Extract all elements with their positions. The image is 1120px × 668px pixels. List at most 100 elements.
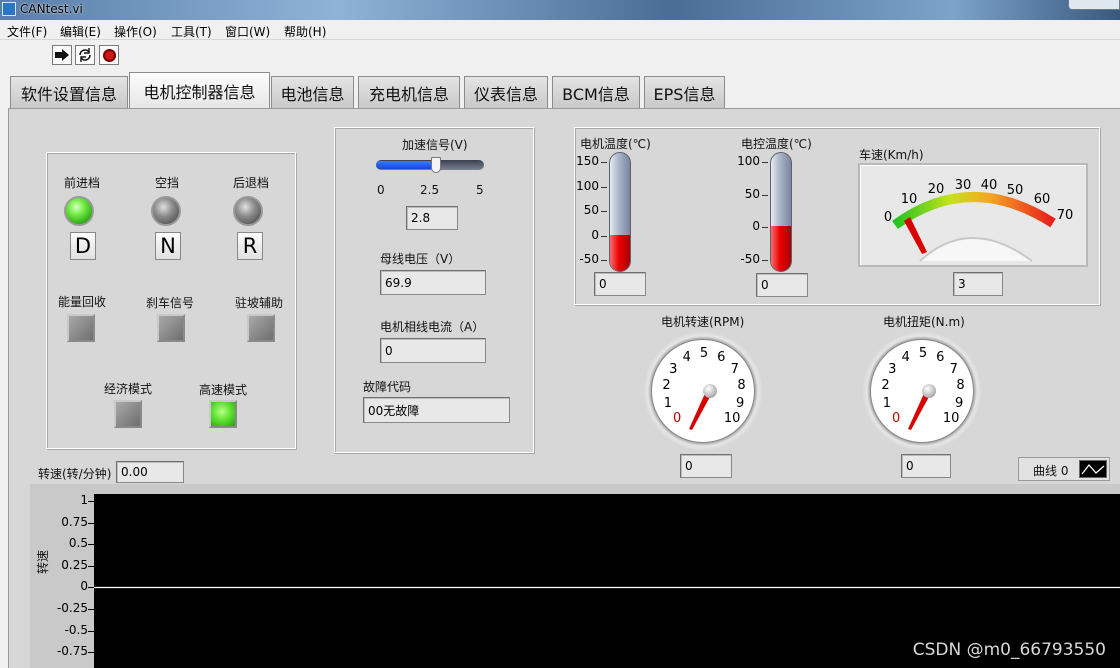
neutral-gear-label: 空挡 bbox=[155, 176, 180, 190]
tab-charger[interactable]: 充电机信息 bbox=[358, 76, 460, 109]
speed-gauge: 0 10 20 30 40 50 60 70 bbox=[884, 178, 1073, 262]
chart-y-tick-label: -0.5 bbox=[64, 622, 88, 637]
run-button[interactable] bbox=[52, 45, 72, 65]
abort-button[interactable] bbox=[99, 45, 119, 65]
menu-window[interactable]: 窗口(W) bbox=[225, 23, 270, 40]
sport-mode-led bbox=[209, 400, 237, 428]
motor-torque-value: 0 bbox=[901, 454, 951, 478]
tab-motor-controller[interactable]: 电机控制器信息 bbox=[129, 72, 270, 108]
motor-torque-dial: 0 1 2 3 4 5 6 7 8 9 10 bbox=[863, 332, 981, 450]
brake-signal-led bbox=[157, 314, 185, 342]
menu-file[interactable]: 文件(F) bbox=[7, 23, 47, 40]
chart-legend[interactable]: 曲线 0 bbox=[1018, 457, 1110, 481]
ctrl-temp-thermometer bbox=[770, 152, 792, 272]
accel-signal-value: 2.8 bbox=[406, 206, 458, 230]
tab-software-settings[interactable]: 软件设置信息 bbox=[10, 76, 128, 109]
motor-temp-value: 0 bbox=[594, 272, 646, 296]
menu-bar: 文件(F) 编辑(E) 操作(O) 工具(T) 窗口(W) 帮助(H) bbox=[0, 20, 1120, 40]
chart-y-tick-label: 0.5 bbox=[68, 536, 88, 551]
eco-mode-led bbox=[114, 400, 142, 428]
neutral-gear-letter: N bbox=[155, 232, 181, 260]
motor-torque-label: 电机扭矩(N.m) bbox=[883, 315, 965, 329]
motor-temp-scale-tick-label: 0 bbox=[591, 227, 599, 242]
tab-battery[interactable]: 电池信息 bbox=[271, 76, 354, 109]
hill-hold-label: 驻坡辅助 bbox=[235, 296, 284, 310]
motor-temp-scale-tick-label: -50 bbox=[579, 252, 599, 266]
motor-rpm-dial: 0 1 2 3 4 5 6 7 8 9 10 bbox=[644, 332, 762, 450]
motor-temp-thermometer bbox=[609, 152, 631, 272]
hill-hold-led bbox=[247, 314, 275, 342]
window-titlebar: CANtest.vi bbox=[0, 0, 1120, 20]
regen-led bbox=[67, 314, 95, 342]
window-control-button[interactable] bbox=[1068, 0, 1120, 10]
menu-help[interactable]: 帮助(H) bbox=[284, 23, 326, 40]
brake-signal-label: 刹车信号 bbox=[146, 296, 195, 310]
rpm-readout-value: 0.00 bbox=[116, 461, 184, 483]
speed-gauge-tick-label: 0 bbox=[884, 210, 892, 225]
speed-gauge-tick-label: 60 bbox=[1034, 192, 1051, 207]
fault-code-label: 故障代码 bbox=[363, 380, 412, 394]
speed-gauge-needle bbox=[904, 217, 927, 254]
fault-code-value: 00无故障 bbox=[363, 397, 510, 423]
speed-gauge-label: 车速(Km/h) bbox=[859, 148, 924, 162]
tab-bcm[interactable]: BCM信息 bbox=[552, 76, 640, 109]
chart-legend-sample bbox=[1079, 460, 1107, 478]
abort-stop-icon bbox=[102, 48, 116, 62]
ctrl-temp-scale-tick-mark bbox=[762, 260, 768, 261]
ctrl-temp-label: 电控温度(℃) bbox=[741, 137, 812, 151]
motor-temp-scale-tick-mark bbox=[601, 162, 607, 163]
ctrl-temp-scale-tick-mark bbox=[762, 194, 768, 196]
motor-temp-scale-tick-mark bbox=[601, 260, 607, 261]
menu-tools[interactable]: 工具(T) bbox=[171, 23, 212, 40]
accel-tick-max: 5 bbox=[476, 183, 484, 197]
motor-rpm-value: 0 bbox=[680, 454, 732, 478]
speed-gauge-tick-label: 30 bbox=[955, 178, 972, 193]
motor-rpm-dial-face: 0 1 2 3 4 5 6 7 8 9 10 bbox=[651, 339, 755, 443]
eco-mode-label: 经济模式 bbox=[104, 382, 153, 396]
ctrl-temp-mercury bbox=[771, 226, 791, 271]
forward-gear-label: 前进档 bbox=[64, 176, 101, 190]
speed-gauge-tick-label: 10 bbox=[901, 192, 918, 207]
bus-voltage-value: 69.9 bbox=[380, 270, 486, 295]
motor-temp-label: 电机温度(℃) bbox=[580, 137, 651, 151]
chart-y-tick-label: -0.75 bbox=[56, 644, 88, 659]
ctrl-temp-scale-tick-label: 100 bbox=[737, 154, 760, 168]
run-continuously-button[interactable] bbox=[75, 45, 95, 65]
tab-strip: 软件设置信息 电机控制器信息 电池信息 充电机信息 仪表信息 BCM信息 EPS… bbox=[0, 69, 1120, 109]
speed-gauge-tick-label: 50 bbox=[1007, 183, 1024, 198]
ctrl-temp-scale-tick-label: 0 bbox=[752, 219, 760, 234]
sport-mode-label: 高速模式 bbox=[199, 383, 248, 397]
motor-torque-dial-face: 0 1 2 3 4 5 6 7 8 9 10 bbox=[870, 339, 974, 443]
ctrl-temp-scale-tick-mark bbox=[762, 162, 768, 163]
motor-temp-scale-tick-mark bbox=[601, 235, 607, 237]
rpm-face-hub bbox=[703, 384, 717, 398]
reverse-gear-label: 后退档 bbox=[233, 176, 270, 190]
neutral-gear-led bbox=[151, 196, 181, 226]
chart-y-tick-label: 0.75 bbox=[61, 514, 88, 529]
legend-line-icon bbox=[1081, 463, 1105, 475]
rpm-readout-label: 转速(转/分钟) bbox=[38, 467, 112, 481]
rpm-waveform-chart: 转速 1 0.75 0.5 0.25 0 -0.25 -0.5 -0.75 CSDN @m0_… bbox=[30, 484, 1120, 668]
tab-eps[interactable]: EPS信息 bbox=[644, 76, 725, 109]
accel-signal-slider[interactable] bbox=[376, 157, 484, 173]
run-continuously-icon bbox=[79, 48, 91, 62]
motor-rpm-label: 电机转速(RPM) bbox=[661, 315, 745, 329]
regen-label: 能量回收 bbox=[58, 295, 107, 309]
menu-operate[interactable]: 操作(O) bbox=[114, 23, 157, 40]
speed-value: 3 bbox=[953, 272, 1003, 296]
tab-instrument[interactable]: 仪表信息 bbox=[464, 76, 548, 109]
menu-edit[interactable]: 编辑(E) bbox=[60, 23, 101, 40]
speed-gauge-tick-label: 40 bbox=[981, 178, 998, 193]
motor-temp-scale-tick-label: 150 bbox=[576, 154, 599, 168]
accel-slider-fill bbox=[376, 161, 437, 169]
toolbar bbox=[0, 41, 1120, 69]
window-title: CANtest.vi bbox=[20, 2, 83, 16]
motor-temp-mercury bbox=[610, 234, 630, 271]
accel-slider-thumb[interactable] bbox=[431, 157, 442, 173]
accel-signal-label: 加速信号(V) bbox=[402, 138, 468, 152]
phase-current-label: 电机相线电流（A） bbox=[380, 320, 485, 334]
reverse-gear-led bbox=[233, 196, 263, 226]
accel-tick-mid: 2.5 bbox=[420, 183, 440, 197]
ctrl-temp-scale-tick-label: -50 bbox=[740, 252, 760, 266]
labview-app-icon bbox=[2, 2, 16, 16]
